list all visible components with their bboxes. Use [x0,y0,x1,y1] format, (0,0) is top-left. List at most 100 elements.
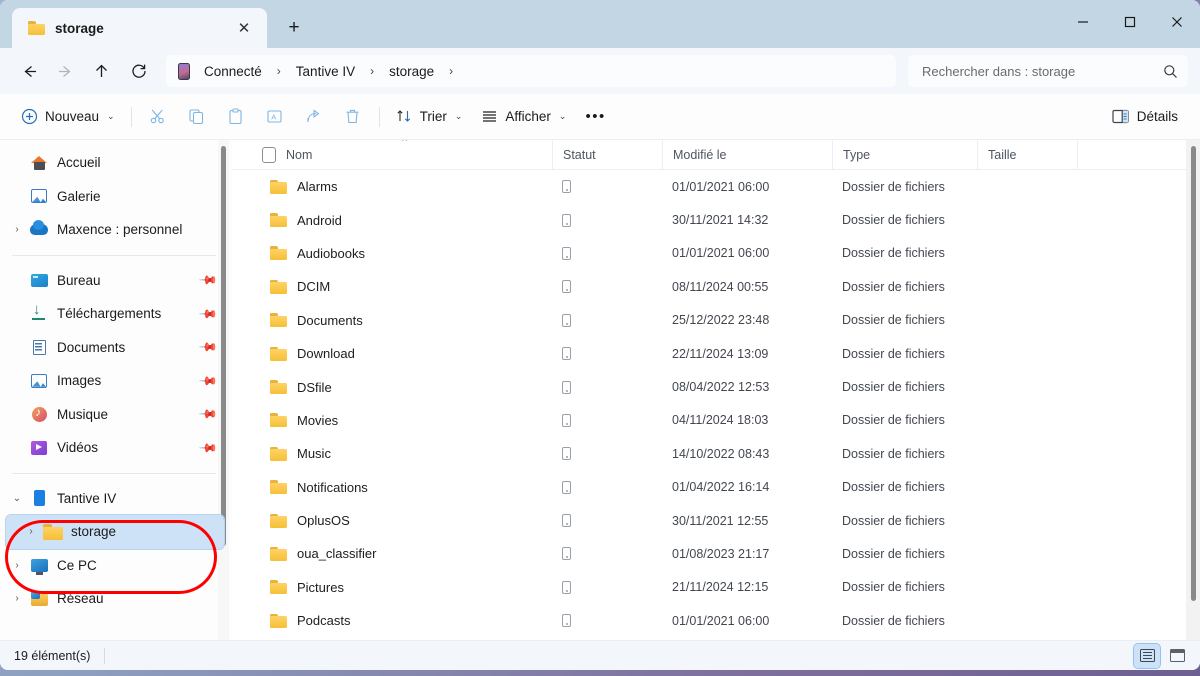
select-all-checkbox[interactable] [262,146,276,163]
close-window-button[interactable] [1153,0,1200,44]
sidebar-item-tantive-iv[interactable]: ⌄ Tantive IV [6,482,224,516]
table-row[interactable]: Music 14/10/2022 08:43 Dossier de fichiers [232,437,1200,470]
table-row[interactable]: Pictures 21/11/2024 12:15 Dossier de fichi… [232,571,1200,604]
chevron-right-icon[interactable]: › [271,64,287,78]
cell-status [552,180,662,194]
sort-button[interactable]: Trier ⌄ [387,101,472,133]
more-options-button[interactable]: ••• [576,101,614,133]
chevron-down-icon[interactable]: ⌄ [6,493,28,504]
filelist-scrollbar-thumb[interactable] [1191,146,1196,601]
column-header-name[interactable]: Nom [232,140,552,170]
breadcrumb-item-0[interactable]: Connecté [197,61,269,82]
table-row[interactable]: Movies 04/11/2024 18:03 Dossier de fichier… [232,404,1200,437]
chevron-down-icon[interactable]: ⌄ [455,111,463,122]
maximize-button[interactable] [1106,0,1153,44]
table-row[interactable]: Android 30/11/2021 14:32 Dossier de fichie… [232,203,1200,236]
sidebar-item-videos[interactable]: Vidéos 📌 [6,431,224,465]
large-icons-view-button[interactable] [1164,644,1190,668]
table-row[interactable]: Notifications 01/04/2022 16:14 Dossier de … [232,471,1200,504]
breadcrumb-item-1[interactable]: Tantive IV [289,61,362,82]
tab-storage[interactable]: storage ✕ [12,8,267,48]
sidebar-item-ce-pc[interactable]: › Ce PC [6,549,224,583]
chevron-right-icon[interactable]: › [6,560,28,571]
file-name-label: Android [297,212,342,228]
back-button[interactable] [12,54,46,88]
folder-icon [270,346,287,361]
table-row[interactable]: Podcasts 01/01/2021 06:00 Dossier de fichi… [232,604,1200,637]
column-header-size[interactable]: Taille [977,140,1077,170]
refresh-button[interactable] [122,54,156,88]
minimize-button[interactable] [1059,0,1106,44]
sidebar-item-musique[interactable]: Musique 📌 [6,398,224,432]
cell-name: Download [232,346,552,361]
table-row[interactable]: Alarms 01/01/2021 06:00 Dossier de fichier… [232,170,1200,203]
column-header-status[interactable]: Statut [552,140,662,170]
search-icon[interactable] [1163,64,1178,79]
cell-name: Android [232,213,552,228]
cell-status [552,547,662,561]
folder-icon [28,21,45,35]
details-pane-button[interactable]: Détails [1102,101,1188,133]
table-row[interactable]: DSfile 08/04/2022 12:53 Dossier de fichier… [232,370,1200,403]
paste-button[interactable] [217,101,255,133]
up-button[interactable] [84,54,118,88]
sidebar-item-images[interactable]: Images 📌 [6,364,224,398]
cell-name: Alarms [232,179,552,194]
file-name-label: Download [297,346,355,362]
pin-icon[interactable]: 📌 [198,270,218,290]
sidebar-item-storage[interactable]: › storage [5,514,225,550]
cell-mtime: 01/01/2021 06:00 [672,613,770,628]
sidebar-item-onedrive[interactable]: › Maxence : personnel [6,213,224,247]
table-row[interactable]: Audiobooks 01/01/2021 06:00 Dossier de fic… [232,237,1200,270]
new-tab-button[interactable]: + [277,11,311,45]
sidebar-item-telechargements[interactable]: Téléchargements 📌 [6,297,224,331]
chevron-right-icon[interactable]: › [20,526,42,537]
new-button-label: Nouveau [45,109,100,124]
document-icon [28,339,50,355]
sidebar-item-documents[interactable]: Documents 📌 [6,331,224,365]
chevron-right-icon[interactable]: › [364,64,380,78]
column-header-modified[interactable]: Modifié le [662,140,832,170]
chevron-down-icon[interactable]: ⌄ [107,111,115,122]
sidebar-item-accueil[interactable]: Accueil [6,146,224,180]
breadcrumb[interactable]: Connecté › Tantive IV › storage › [166,55,896,87]
pin-icon[interactable]: 📌 [198,438,218,458]
close-tab-icon[interactable]: ✕ [231,15,257,41]
column-header-type[interactable]: Type [832,140,977,170]
table-row[interactable]: Download 22/11/2024 13:09 Dossier de fichi… [232,337,1200,370]
details-view-button[interactable] [1133,642,1161,669]
file-rows-container: Alarms 01/01/2021 06:00 Dossier de fichier… [232,170,1200,637]
chevron-right-icon[interactable]: › [443,64,459,78]
sidebar-item-reseau[interactable]: › Réseau [6,582,224,616]
sidebar-item-bureau[interactable]: Bureau 📌 [6,264,224,298]
table-row[interactable]: OplusOS 30/11/2021 12:55 Dossier de fichie… [232,504,1200,537]
delete-button[interactable] [334,101,372,133]
sidebar-item-label: Tantive IV [57,490,117,506]
sort-button-label: Trier [419,109,447,124]
view-button[interactable]: Afficher ⌄ [472,101,575,133]
table-row[interactable]: oua_classifier 01/08/2023 21:17 Dossier de… [232,537,1200,570]
copy-button[interactable] [178,101,216,133]
cut-button[interactable] [139,101,177,133]
chevron-right-icon[interactable]: › [6,593,28,604]
pin-icon[interactable]: 📌 [198,404,218,424]
pin-icon[interactable]: 📌 [198,304,218,324]
pin-icon[interactable]: 📌 [198,371,218,391]
chevron-down-icon[interactable]: ⌄ [559,111,567,122]
pin-icon[interactable]: 📌 [198,337,218,357]
cell-mtime: 01/01/2021 06:00 [672,179,770,194]
table-row[interactable]: Documents 25/12/2022 23:48 Dossier de fich… [232,304,1200,337]
table-row[interactable]: DCIM 08/11/2024 00:55 Dossier de fichiers [232,270,1200,303]
share-button[interactable] [295,101,333,133]
window-controls [1059,0,1200,44]
breadcrumb-item-2[interactable]: storage [382,61,441,82]
search-input[interactable] [922,63,1157,79]
rename-button[interactable]: A [256,101,294,133]
column-header-label: Nom [286,147,313,162]
chevron-right-icon[interactable]: › [6,224,28,235]
cell-mtime: 22/11/2024 13:09 [672,346,769,361]
new-button[interactable]: Nouveau ⌄ [12,101,124,133]
column-header-spare[interactable] [1077,140,1192,170]
search-box[interactable] [908,55,1188,87]
sidebar-item-galerie[interactable]: Galerie [6,180,224,214]
